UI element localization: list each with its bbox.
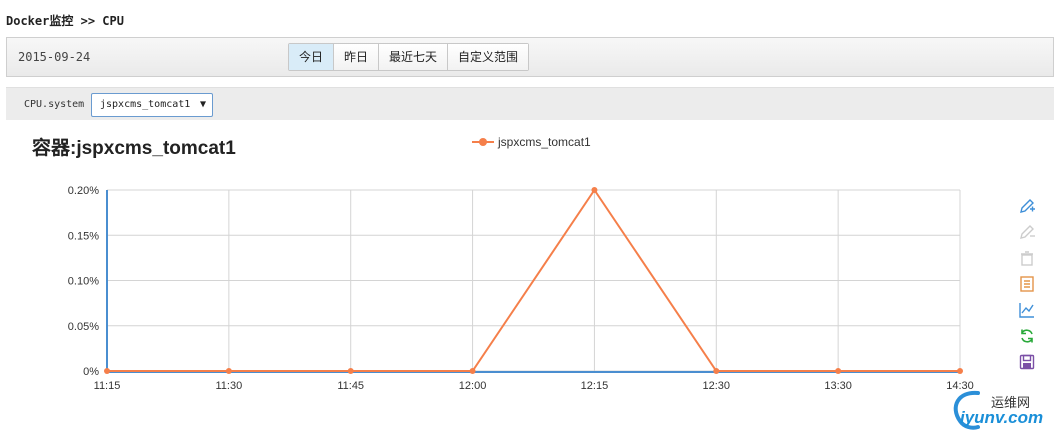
y-tick-label: 0.05% bbox=[68, 321, 99, 333]
y-tick-label: 0.15% bbox=[68, 230, 99, 242]
data-point bbox=[104, 368, 110, 374]
y-tick-label: 0.10% bbox=[68, 276, 99, 288]
chart-toolbox bbox=[1016, 193, 1038, 375]
data-point bbox=[957, 368, 963, 374]
data-point bbox=[591, 187, 598, 193]
data-point bbox=[469, 368, 476, 374]
data-point bbox=[713, 368, 720, 374]
line-chart-icon[interactable] bbox=[1016, 297, 1038, 323]
restore-icon[interactable] bbox=[1016, 323, 1038, 349]
x-tick-label: 12:30 bbox=[703, 380, 731, 392]
save-image-icon[interactable] bbox=[1016, 349, 1038, 375]
mark-icon[interactable] bbox=[1016, 193, 1038, 219]
mark-undo-icon[interactable] bbox=[1016, 219, 1038, 245]
y-tick-label: 0% bbox=[83, 366, 99, 378]
data-point bbox=[225, 368, 232, 374]
line-chart: 0% 0.05% 0.10% 0.15% 0.20% 11:15 11:30 11:45 12:… bbox=[68, 185, 974, 392]
x-tick-label: 11:15 bbox=[94, 380, 121, 392]
watermark-logo: 运维网 iyunv.com bbox=[946, 385, 1054, 434]
data-view-icon[interactable] bbox=[1016, 271, 1038, 297]
watermark-en: iyunv.com bbox=[960, 408, 1044, 427]
x-tick-label: 13:30 bbox=[824, 380, 852, 392]
x-tick-label: 12:00 bbox=[459, 380, 487, 392]
x-tick-label: 11:30 bbox=[215, 380, 242, 392]
x-tick-label: 12:15 bbox=[581, 380, 609, 392]
data-point bbox=[347, 368, 354, 374]
mark-clear-icon[interactable] bbox=[1016, 245, 1038, 271]
data-point bbox=[835, 368, 842, 374]
x-tick-label: 11:45 bbox=[337, 380, 364, 392]
y-tick-label: 0.20% bbox=[68, 185, 99, 197]
